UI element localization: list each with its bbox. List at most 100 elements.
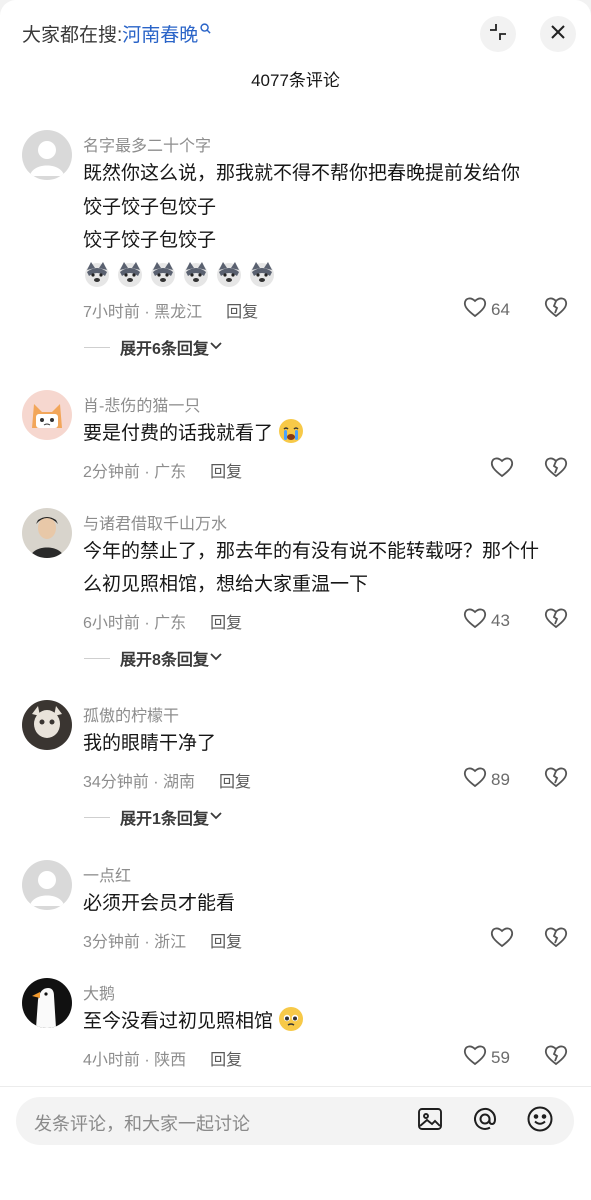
expand-replies[interactable]: 展开6条回复 [84, 335, 223, 359]
dislike-button[interactable] [544, 766, 568, 793]
image-icon [417, 1107, 443, 1136]
broken-heart-icon [544, 297, 568, 322]
reply-button[interactable]: 回复 [226, 298, 258, 322]
like-button[interactable] [490, 926, 514, 953]
comment-text: 饺子饺子包饺子 [83, 230, 217, 251]
avatar[interactable] [22, 860, 72, 910]
expand-replies[interactable]: 展开1条回复 [84, 805, 223, 829]
husky-emoji-icon [182, 260, 210, 293]
reply-button[interactable]: 回复 [219, 768, 251, 792]
collapse-button[interactable] [480, 16, 516, 52]
comment-text-content: 要是付费的话我就看了 [83, 423, 274, 444]
comment-input[interactable]: 发条评论，和大家一起讨论 [16, 1097, 574, 1145]
emoji-button[interactable] [524, 1105, 556, 1137]
broken-heart-icon [544, 767, 568, 792]
pleading-emoji-icon [278, 1006, 304, 1043]
divider [84, 346, 110, 348]
reply-button[interactable]: 回复 [210, 1046, 242, 1070]
comment-input-placeholder: 发条评论，和大家一起讨论 [34, 1114, 250, 1134]
trending-search[interactable]: 大家都在搜: 河南春晚 [22, 20, 211, 47]
dislike-button[interactable] [544, 456, 568, 483]
avatar[interactable] [22, 390, 72, 440]
comment-author[interactable]: 肖-悲伤的猫一只 [83, 392, 200, 416]
dislike-button[interactable] [544, 296, 568, 323]
avatar[interactable] [22, 508, 72, 558]
comment-text: 么初见照相馆，想给大家重温一下 [83, 574, 369, 595]
like-count: 43 [491, 610, 510, 630]
comment-input-bar: 发条评论，和大家一起讨论 [0, 1086, 591, 1200]
broken-heart-icon [544, 927, 568, 952]
dislike-button[interactable] [544, 1044, 568, 1071]
divider [84, 657, 110, 659]
reply-button[interactable]: 回复 [210, 928, 242, 952]
avatar[interactable] [22, 700, 72, 750]
avatar[interactable] [22, 978, 72, 1028]
like-button[interactable]: 89 [463, 766, 510, 793]
comment-time-location: 4小时前 · 陕西 [83, 1052, 187, 1069]
reply-button[interactable]: 回复 [210, 609, 242, 633]
like-button[interactable]: 59 [463, 1044, 510, 1071]
comment-sheet: 大家都在搜: 河南春晚 4077条评论 名字最多二十个字 既然你这么说，那我就不… [0, 0, 591, 1200]
expand-replies[interactable]: 展开8条回复 [84, 646, 223, 670]
husky-emoji-icon [116, 260, 144, 293]
comment-time-location: 6小时前 · 广东 [83, 615, 187, 632]
like-count: 89 [491, 769, 510, 789]
dislike-button[interactable] [544, 926, 568, 953]
reply-button[interactable]: 回复 [210, 458, 242, 482]
heart-icon [490, 456, 514, 483]
broken-heart-icon [544, 457, 568, 482]
chevron-down-icon [209, 338, 223, 356]
comment-text: 必须开会员才能看 [83, 893, 236, 914]
like-button[interactable]: 64 [463, 296, 510, 323]
at-icon [472, 1106, 498, 1137]
comment-meta: 6小时前 · 广东 回复 [83, 609, 242, 633]
comment-author[interactable]: 孤傲的柠檬干 [83, 702, 179, 726]
dislike-button[interactable] [544, 607, 568, 634]
avatar[interactable] [22, 130, 72, 180]
comment-author[interactable]: 名字最多二十个字 [83, 132, 211, 156]
like-button[interactable] [490, 456, 514, 483]
comment-author[interactable]: 一点红 [83, 862, 131, 886]
trending-search-keyword[interactable]: 河南春晚 [122, 20, 198, 47]
expand-replies-label: 展开1条回复 [120, 811, 209, 828]
image-button[interactable] [414, 1105, 446, 1137]
like-count: 59 [491, 1047, 510, 1067]
mention-button[interactable] [469, 1105, 501, 1137]
heart-icon [490, 926, 514, 953]
comment-text: 我的眼睛干净了 [83, 733, 217, 754]
emoji-row [83, 260, 276, 293]
expand-replies-label: 展开6条回复 [120, 341, 209, 358]
comment-time-location: 7小时前 · 黑龙江 [83, 304, 203, 321]
like-button[interactable]: 43 [463, 607, 510, 634]
husky-emoji-icon [248, 260, 276, 293]
smiley-icon [526, 1105, 554, 1138]
comment-time-location: 2分钟前 · 广东 [83, 464, 187, 481]
comment-text: 今年的禁止了，那去年的有没有说不能转载呀？那个什 [83, 541, 540, 562]
chevron-down-icon [209, 649, 223, 667]
comment-meta: 2分钟前 · 广东 回复 [83, 458, 242, 482]
husky-emoji-icon [83, 260, 111, 293]
close-button[interactable] [540, 16, 576, 52]
comment-text: 至今没看过初见照相馆 [83, 1006, 563, 1043]
comment-author[interactable]: 与诸君借取千山万水 [83, 510, 227, 534]
comment-text-content: 至今没看过初见照相馆 [83, 1011, 274, 1032]
comment-meta: 34分钟前 · 湖南 回复 [83, 768, 251, 792]
comment-meta: 4小时前 · 陕西 回复 [83, 1046, 242, 1070]
divider [84, 816, 110, 818]
collapse-icon [487, 21, 509, 48]
comment-meta: 3分钟前 · 浙江 回复 [83, 928, 242, 952]
search-icon [200, 22, 211, 37]
husky-emoji-icon [215, 260, 243, 293]
close-icon [548, 22, 568, 47]
heart-icon [463, 766, 487, 793]
comment-time-location: 3分钟前 · 浙江 [83, 934, 187, 951]
expand-replies-label: 展开8条回复 [120, 652, 209, 669]
broken-heart-icon [544, 608, 568, 633]
husky-emoji-icon [149, 260, 177, 293]
comment-author[interactable]: 大鹅 [83, 980, 115, 1004]
heart-icon [463, 1044, 487, 1071]
comment-meta: 7小时前 · 黑龙江 回复 [83, 298, 258, 322]
like-count: 64 [491, 299, 510, 319]
chevron-down-icon [209, 808, 223, 826]
heart-icon [463, 296, 487, 323]
